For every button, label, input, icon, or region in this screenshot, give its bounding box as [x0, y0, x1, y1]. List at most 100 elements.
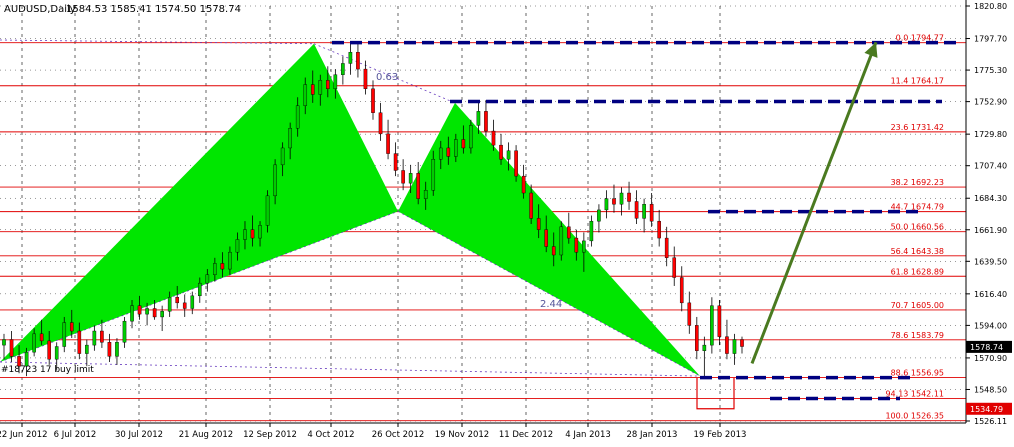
candle-body	[461, 139, 466, 149]
candle-body	[529, 192, 533, 219]
candle-body	[393, 153, 398, 171]
pending-order-label: #18723 17 buy limit	[1, 365, 94, 375]
fib-level-label: 56.4 1643.38	[891, 247, 944, 256]
candle-body	[220, 263, 225, 270]
y-tick-label: 1775.30	[974, 66, 1007, 75]
stop-price-label: 1534.79	[970, 405, 1003, 414]
candle-body	[62, 322, 67, 347]
x-tick-label: 19 Nov 2012	[435, 430, 489, 440]
candle-body	[423, 190, 428, 199]
candle-body	[348, 51, 353, 64]
candle-body	[326, 80, 330, 90]
candle-body	[371, 88, 375, 113]
candle-body	[175, 297, 180, 304]
candle-body	[310, 84, 315, 95]
y-tick-label: 1752.90	[974, 98, 1007, 107]
candle-body	[604, 198, 609, 211]
candle-body	[469, 125, 473, 149]
chart-canvas[interactable]: 0.0 1794.7711.4 1764.1723.6 1731.4238.2 …	[0, 0, 1014, 443]
candle-body	[521, 175, 526, 194]
candle-body	[39, 333, 44, 342]
candle-body	[725, 336, 729, 354]
x-tick-label: 21 Aug 2012	[179, 430, 233, 440]
candle-body	[363, 68, 368, 90]
candle-body	[160, 311, 164, 318]
candle-body	[122, 320, 127, 343]
candle-body	[672, 257, 677, 278]
candle-body	[130, 305, 134, 322]
candle-body	[446, 147, 451, 157]
candle-body	[664, 237, 669, 258]
chart-ohlc: 1584.53 1585.41 1574.50 1578.74	[66, 4, 241, 15]
candle-body	[2, 339, 6, 346]
current-price-label: 1578.74	[970, 343, 1003, 352]
y-tick-label: 1616.40	[974, 290, 1007, 299]
fib-level-label: 94.13 1542.11	[885, 389, 944, 398]
candle-body	[454, 139, 458, 157]
x-tick-label: 11 Dec 2012	[499, 430, 553, 440]
y-tick-label: 1570.90	[974, 354, 1007, 363]
candle-body	[47, 340, 51, 360]
price-chart[interactable]: 0.0 1794.77 11.4 1764.17 23.6 1731.42 38.2 …	[0, 0, 1014, 443]
y-tick-label: 1797.70	[974, 35, 1007, 44]
x-tick-label: 6 Jul 2012	[54, 430, 97, 440]
candle-body	[627, 192, 631, 202]
y-tick-label: 1548.50	[974, 385, 1007, 394]
candle-body	[536, 218, 541, 230]
candle-body	[167, 297, 172, 312]
candle-body	[559, 226, 564, 256]
candle-body	[265, 195, 270, 226]
x-tick-label: 28 Jan 2013	[627, 430, 678, 440]
x-tick-label: 26 Oct 2012	[372, 430, 425, 440]
candle-body	[85, 344, 89, 354]
candle-body	[597, 209, 601, 222]
candle-body	[115, 342, 119, 357]
candle-body	[634, 201, 639, 219]
candle-body	[484, 111, 488, 132]
x-tick-label: 30 Jul 2012	[115, 430, 163, 440]
candle-body	[386, 133, 390, 154]
candle-body	[280, 147, 285, 166]
candle-body	[408, 173, 413, 184]
x-tick-label: 4 Jan 2013	[565, 430, 611, 440]
fib-level-label: 38.2 1692.23	[891, 178, 944, 187]
candle-body	[333, 74, 338, 90]
candle-body	[190, 295, 195, 309]
y-tick-label: 1729.80	[974, 130, 1007, 139]
candle-body	[566, 226, 571, 239]
candle-body	[258, 225, 262, 239]
candle	[514, 145, 518, 182]
candle-body	[642, 204, 646, 219]
fib-level-label: 100.0 1526.35	[885, 412, 944, 421]
candle-body	[499, 144, 503, 160]
candle-body	[107, 342, 112, 357]
candle-body	[710, 305, 714, 346]
candle-body	[740, 339, 744, 347]
y-tick-label: 1594.00	[974, 321, 1007, 330]
candle-body	[589, 220, 594, 242]
candle-body	[431, 159, 436, 191]
candle-body	[295, 105, 300, 129]
candle-body	[9, 339, 14, 357]
candle-body	[687, 302, 692, 326]
fib-level-label: 11.4 1764.17	[891, 77, 944, 86]
candle-body	[77, 330, 82, 354]
candle-body	[69, 322, 74, 332]
candle-body	[416, 173, 420, 199]
y-tick-label: 1820.80	[974, 2, 1007, 11]
candle-body	[228, 251, 232, 270]
pattern-ratio-lower: 2.44	[540, 299, 562, 310]
candle-body	[695, 325, 699, 351]
candle-body	[657, 220, 661, 239]
candle-body	[341, 63, 345, 75]
candle-body	[619, 192, 624, 205]
fib-level-label: 61.8 1628.89	[891, 267, 944, 276]
candle-body	[303, 84, 308, 106]
candle-body	[544, 229, 549, 247]
x-tick-label: 12 Sep 2012	[243, 430, 297, 440]
candle-body	[318, 80, 323, 95]
fib-level-label: 70.7 1605.00	[891, 301, 944, 310]
y-tick-label: 1661.90	[974, 226, 1007, 235]
candle	[710, 297, 714, 354]
candle-body	[612, 198, 616, 205]
